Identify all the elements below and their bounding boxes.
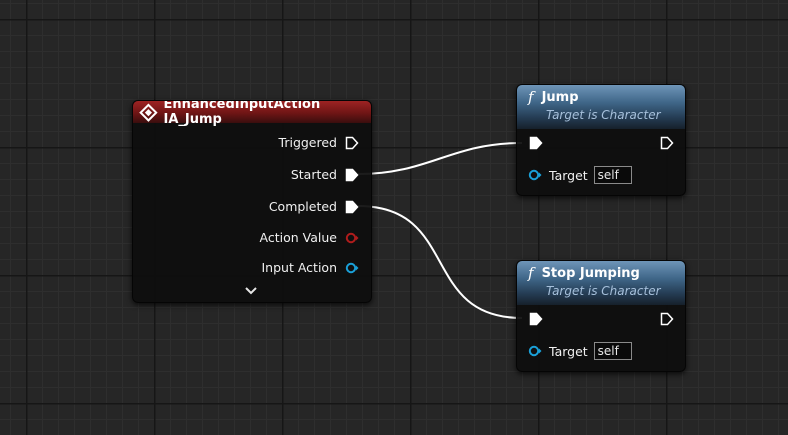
stop-jumping-node-title: Stop Jumping <box>541 265 640 281</box>
pin-started[interactable]: Started <box>291 167 359 182</box>
function-icon: f <box>528 264 534 282</box>
object-pin-icon[interactable] <box>528 169 542 181</box>
stop-jumping-target-label: Target <box>549 343 588 359</box>
function-node-jump[interactable]: f Jump Target is Character Target self <box>516 84 686 196</box>
pin-triggered-label: Triggered <box>278 135 337 150</box>
object-pin-icon[interactable] <box>528 345 542 357</box>
pin-input-action[interactable]: Input Action <box>262 260 360 275</box>
exec-pin-outline-icon[interactable] <box>345 136 359 150</box>
jump-node-title: Jump <box>541 89 579 105</box>
function-node-stop-jumping[interactable]: f Stop Jumping Target is Character Targe… <box>516 260 686 372</box>
jump-node-subtitle: Target is Character <box>546 108 661 122</box>
exec-output-pin-icon[interactable] <box>660 136 674 150</box>
pin-triggered[interactable]: Triggered <box>279 135 359 150</box>
exec-pin-filled-icon[interactable] <box>345 200 359 214</box>
jump-node-header[interactable]: f Jump Target is Character <box>517 85 685 129</box>
chevron-down-icon[interactable] <box>243 285 259 297</box>
pin-completed-label: Completed <box>268 199 337 214</box>
pin-input-action-label: Input Action <box>261 260 338 275</box>
stop-jumping-target-value-field[interactable]: self <box>593 342 632 360</box>
function-icon: f <box>528 88 534 106</box>
exec-output-pin-icon[interactable] <box>660 312 674 326</box>
wire-completed-to-stop-jumping[interactable] <box>357 205 523 319</box>
pin-started-label: Started <box>290 167 337 182</box>
event-node-ia-jump[interactable]: EnhancedInputAction IA_Jump Triggered St… <box>132 100 372 303</box>
jump-target-value-field[interactable]: self <box>593 166 632 184</box>
blueprint-graph-canvas[interactable]: { "event_node": { "title": "EnhancedInpu… <box>0 0 788 435</box>
event-node-header[interactable]: EnhancedInputAction IA_Jump <box>133 101 371 127</box>
pin-action-value-label: Action Value <box>259 230 337 245</box>
exec-pin-filled-icon[interactable] <box>345 168 359 182</box>
pin-completed[interactable]: Completed <box>269 199 359 214</box>
jump-target-pin[interactable]: Target self <box>528 166 632 184</box>
struct-pin-icon[interactable] <box>345 232 359 244</box>
event-diamond-icon <box>139 102 158 122</box>
wire-started-to-jump[interactable] <box>357 142 523 175</box>
exec-input-pin-icon[interactable] <box>529 312 543 326</box>
stop-jumping-node-header[interactable]: f Stop Jumping Target is Character <box>517 261 685 305</box>
pin-action-value[interactable]: Action Value <box>260 230 359 245</box>
jump-target-label: Target <box>549 167 588 183</box>
event-node-title: EnhancedInputAction IA_Jump <box>163 100 321 127</box>
stop-jumping-target-pin[interactable]: Target self <box>528 342 632 360</box>
stop-jumping-node-subtitle: Target is Character <box>546 284 661 298</box>
exec-input-pin-icon[interactable] <box>529 136 543 150</box>
object-pin-icon[interactable] <box>345 262 359 274</box>
